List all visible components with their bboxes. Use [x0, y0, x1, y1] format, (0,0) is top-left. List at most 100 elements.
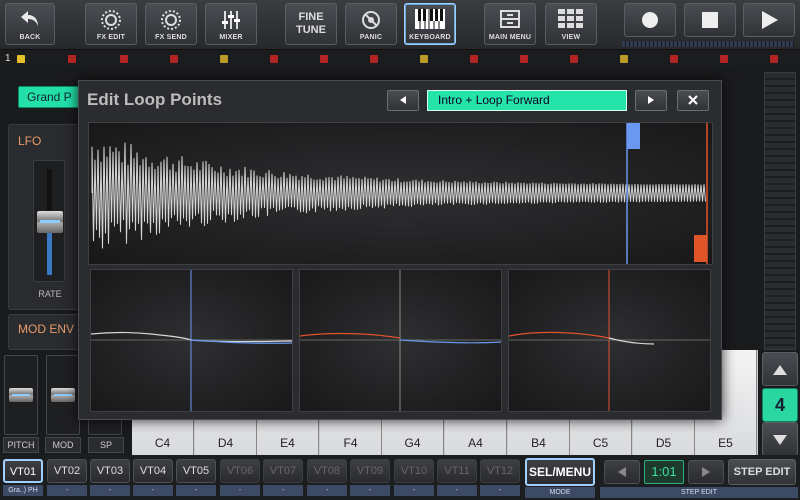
view-label: VIEW — [561, 34, 581, 41]
panic-icon — [362, 11, 380, 29]
track-number: 1 — [5, 53, 11, 64]
track-marker[interactable] — [120, 55, 128, 63]
mixer-button[interactable]: MIXER — [205, 3, 257, 45]
lfo-rate-label: RATE — [38, 289, 62, 299]
track-vt04[interactable]: VT04 — [133, 459, 173, 483]
close-icon — [688, 95, 698, 105]
triangle-right-icon — [648, 96, 654, 104]
fine-tune-label-line2: TUNE — [296, 24, 326, 36]
track-sub-label: - — [394, 485, 434, 496]
loop-mode-next-button[interactable] — [635, 90, 667, 111]
track-vt12[interactable]: VT12 — [480, 459, 520, 483]
step-prev-button[interactable] — [604, 460, 640, 484]
track-sub-label: - — [220, 485, 260, 496]
panic-button[interactable]: PANIC — [345, 3, 397, 45]
fader-thumb[interactable] — [51, 388, 75, 402]
fine-tune-label-line1: FINE — [298, 11, 324, 23]
track-vt01[interactable]: VT01 — [3, 459, 43, 483]
triangle-left-icon — [400, 96, 406, 104]
track-vt07[interactable]: VT07 — [263, 459, 303, 483]
step-edit-button[interactable]: STEP EDIT — [728, 459, 796, 485]
loop-mode-selector[interactable]: Intro + Loop Forward — [427, 90, 627, 111]
fx-edit-button[interactable]: FX EDIT — [85, 3, 137, 45]
pitch-fader-label: PITCH — [3, 437, 39, 453]
key-label: E4 — [280, 436, 295, 450]
lfo-rate-slider[interactable] — [33, 160, 65, 282]
stop-button[interactable] — [684, 3, 736, 37]
track-vt03[interactable]: VT03 — [90, 459, 130, 483]
play-icon — [762, 11, 778, 29]
back-arrow-icon — [21, 11, 38, 26]
view-button[interactable]: VIEW — [545, 3, 597, 45]
octave-down-button[interactable] — [762, 422, 798, 456]
edit-loop-points-dialog: Edit Loop Points Intro + Loop Forward — [78, 80, 722, 420]
sp-fader-label: SP — [88, 437, 124, 453]
mixer-label: MIXER — [219, 34, 243, 41]
drawer-icon — [500, 10, 520, 28]
track-marker[interactable] — [220, 55, 228, 63]
track-marker[interactable] — [68, 55, 76, 63]
back-button[interactable]: BACK — [5, 3, 55, 45]
step-position-display: 1:01 — [644, 460, 684, 484]
track-vt10[interactable]: VT10 — [394, 459, 434, 483]
close-dialog-button[interactable] — [677, 90, 709, 111]
fx-edit-icon — [101, 10, 121, 30]
level-meter — [622, 41, 794, 47]
track-marker[interactable] — [520, 55, 528, 63]
mod-fader[interactable] — [46, 355, 80, 435]
track-sub-label: - — [307, 485, 347, 496]
main-menu-button[interactable]: MAIN MENU — [484, 3, 536, 45]
dialog-title: Edit Loop Points — [87, 90, 223, 109]
mode-label: MODE — [525, 487, 595, 498]
track-marker[interactable] — [170, 55, 178, 63]
sel-menu-button[interactable]: SEL/MENU — [525, 458, 595, 486]
track-marker[interactable] — [470, 55, 478, 63]
loop-start-zoom-view[interactable] — [90, 269, 293, 412]
track-marker[interactable] — [270, 55, 278, 63]
track-marker[interactable] — [570, 55, 578, 63]
track-vt11[interactable]: VT11 — [437, 459, 477, 483]
track-marker[interactable] — [770, 55, 778, 63]
loop-end-zoom-view[interactable] — [508, 269, 711, 412]
track-vt02[interactable]: VT02 — [47, 459, 87, 483]
track-vt08[interactable]: VT08 — [307, 459, 347, 483]
record-icon — [642, 12, 658, 28]
loop-crossfade-zoom-view[interactable] — [299, 269, 502, 412]
track-sub-label: - — [90, 485, 130, 496]
right-scrollbar[interactable] — [764, 72, 796, 350]
track-marker[interactable] — [620, 55, 628, 63]
track-marker[interactable] — [370, 55, 378, 63]
key-label: B4 — [531, 436, 546, 450]
keyboard-button[interactable]: KEYBOARD — [404, 3, 456, 45]
track-marker[interactable] — [670, 55, 678, 63]
slider-thumb[interactable] — [37, 211, 63, 233]
step-next-button[interactable] — [688, 460, 724, 484]
fine-tune-button[interactable]: FINE TUNE — [285, 3, 337, 45]
track-marker[interactable] — [320, 55, 328, 63]
loop-mode-prev-button[interactable] — [387, 90, 419, 111]
track-marker[interactable] — [720, 55, 728, 63]
triangle-right-icon — [702, 467, 710, 477]
track-vt09[interactable]: VT09 — [350, 459, 390, 483]
track-vt05[interactable]: VT05 — [176, 459, 216, 483]
stop-icon — [702, 12, 718, 28]
track-marker-active[interactable] — [17, 55, 25, 63]
waveform-view[interactable] — [88, 122, 713, 265]
octave-up-button[interactable] — [762, 352, 798, 386]
track-sub-label: Gra..) PH — [3, 485, 43, 496]
track-vt06[interactable]: VT06 — [220, 459, 260, 483]
record-button[interactable] — [624, 3, 676, 37]
pitch-fader[interactable] — [4, 355, 38, 435]
back-label: BACK — [19, 34, 41, 41]
play-button[interactable] — [743, 3, 795, 37]
track-sub-label: - — [133, 485, 173, 496]
fader-thumb[interactable] — [9, 388, 33, 402]
loop-start-handle[interactable] — [627, 123, 640, 149]
loop-end-handle[interactable] — [694, 235, 707, 262]
track-strip: 1 — [0, 52, 800, 68]
track-sub-label: - — [263, 485, 303, 496]
track-sub-label: - — [437, 485, 477, 496]
track-marker[interactable] — [420, 55, 428, 63]
fx-send-icon — [161, 10, 181, 30]
fx-send-button[interactable]: FX SEND — [145, 3, 197, 45]
